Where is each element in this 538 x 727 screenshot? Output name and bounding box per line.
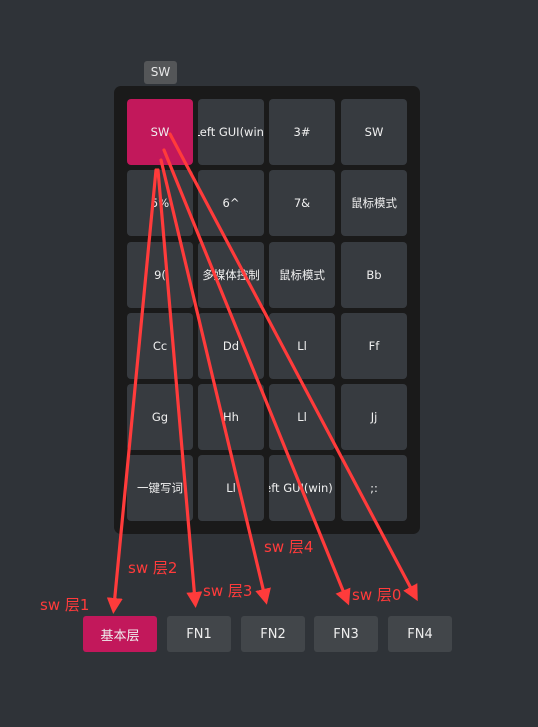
key-r5-c4[interactable]: Jj: [341, 384, 407, 450]
key-r3-c4[interactable]: Bb: [341, 242, 407, 308]
annotation-sw-layer0: sw 层0: [352, 586, 402, 604]
key-label: Left GUI(win): [198, 125, 264, 139]
key-r2-c4[interactable]: 鼠标模式: [341, 170, 407, 236]
key-r2-c3[interactable]: 7&: [269, 170, 335, 236]
key-label: 6^: [222, 196, 240, 210]
key-label: SW: [364, 125, 384, 139]
key-r1-c1[interactable]: SW: [127, 99, 193, 165]
key-label: Ff: [368, 339, 380, 353]
key-r5-c3[interactable]: Ll: [269, 384, 335, 450]
key-label: Hh: [223, 410, 239, 424]
key-label: ;:: [370, 481, 378, 495]
layer-button-fn3[interactable]: FN3: [314, 616, 378, 652]
key-r5-c2[interactable]: Hh: [198, 384, 264, 450]
key-label: Bb: [366, 268, 382, 282]
key-label: Ll: [297, 339, 307, 353]
annotation-sw-layer1: sw 层1: [40, 596, 90, 614]
key-label: 9(: [154, 268, 166, 282]
key-r1-c2[interactable]: Left GUI(win): [198, 99, 264, 165]
key-label: 3#: [293, 125, 311, 139]
key-r4-c4[interactable]: Ff: [341, 313, 407, 379]
layer-button-base[interactable]: 基本层: [83, 616, 157, 652]
key-label: 鼠标模式: [279, 268, 325, 282]
key-label: 5%: [150, 196, 170, 210]
layer-button-fn2[interactable]: FN2: [241, 616, 305, 652]
layer-button-fn4[interactable]: FN4: [388, 616, 452, 652]
key-label: SW: [150, 125, 170, 139]
selected-key-tag: SW: [144, 61, 177, 84]
keypad: SW Left GUI(win) 3# SW 5% 6^ 7& 鼠标模式 9( …: [114, 86, 420, 534]
annotation-sw-layer3: sw 层3: [203, 582, 253, 600]
key-label: Cc: [152, 339, 168, 353]
key-label: Dd: [222, 339, 240, 353]
key-label: 鼠标模式: [351, 196, 397, 210]
key-r6-c1[interactable]: 一键写词: [127, 455, 193, 521]
key-label: 7&: [293, 196, 311, 210]
layer-button-fn1[interactable]: FN1: [167, 616, 231, 652]
key-r3-c1[interactable]: 9(: [127, 242, 193, 308]
key-r2-c1[interactable]: 5%: [127, 170, 193, 236]
key-r3-c2[interactable]: 多媒体控制: [198, 242, 264, 308]
key-r6-c4[interactable]: ;:: [341, 455, 407, 521]
annotation-sw-layer2: sw 层2: [128, 559, 178, 577]
key-r4-c2[interactable]: Dd: [198, 313, 264, 379]
key-r3-c3[interactable]: 鼠标模式: [269, 242, 335, 308]
key-r6-c3[interactable]: Left GUI(win) +: [269, 455, 335, 521]
key-label: 一键写词: [137, 481, 183, 495]
key-r1-c4[interactable]: SW: [341, 99, 407, 165]
key-label: Left GUI(win) +: [269, 481, 335, 495]
key-r4-c1[interactable]: Cc: [127, 313, 193, 379]
key-label: Gg: [151, 410, 169, 424]
key-label: Ll: [297, 410, 307, 424]
key-label: Ll: [226, 481, 236, 495]
key-r6-c2[interactable]: Ll: [198, 455, 264, 521]
key-r1-c3[interactable]: 3#: [269, 99, 335, 165]
key-r4-c3[interactable]: Ll: [269, 313, 335, 379]
key-r5-c1[interactable]: Gg: [127, 384, 193, 450]
key-label: 多媒体控制: [202, 268, 260, 282]
key-r2-c2[interactable]: 6^: [198, 170, 264, 236]
key-label: Jj: [370, 410, 378, 424]
annotation-sw-layer4: sw 层4: [264, 538, 314, 556]
